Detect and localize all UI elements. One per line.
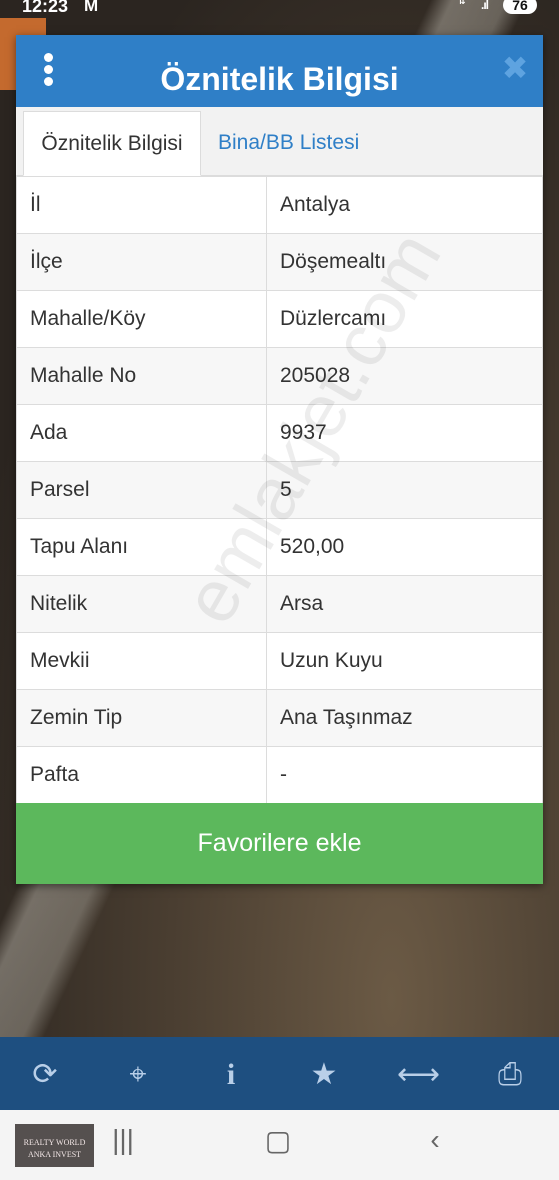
attribute-key: Mahalle No (16, 347, 267, 405)
status-bar: 12:23 M ⇅ .ıl 76 (0, 0, 559, 16)
attribute-key: İl (16, 176, 267, 234)
measure-icon[interactable]: ⟷ (397, 1055, 440, 1095)
attribute-key: Mahalle/Köy (16, 290, 267, 348)
back-button[interactable]: ‹ (420, 1124, 450, 1156)
attribute-key: Pafta (16, 746, 267, 804)
table-row: Nitelik Arsa (16, 575, 543, 633)
table-row: Pafta - (16, 746, 543, 804)
attribute-value: 9937 (266, 404, 543, 462)
home-button[interactable]: ▢ (263, 1124, 293, 1157)
table-row: Ada 9937 (16, 404, 543, 462)
attribute-value: Ana Taşınmaz (266, 689, 543, 747)
attribute-key: Zemin Tip (16, 689, 267, 747)
table-row: Tapu Alanı 520,00 (16, 518, 543, 576)
refresh-icon[interactable]: ⟳ (25, 1055, 65, 1095)
attribute-key: Tapu Alanı (16, 518, 267, 576)
print-icon[interactable]: ⎙ (490, 1055, 530, 1095)
dialog-title: Öznitelik Bilgisi (160, 61, 399, 97)
attribute-value: Uzun Kuyu (266, 632, 543, 690)
add-to-favorites-button[interactable]: Favorilere ekle (16, 803, 543, 884)
attribute-value: 5 (266, 461, 543, 519)
table-row: İlçe Döşemealtı (16, 233, 543, 291)
attribute-key: Mevkii (16, 632, 267, 690)
info-icon[interactable]: i (211, 1055, 251, 1095)
table-row: Mahalle No 205028 (16, 347, 543, 405)
attribute-value: 520,00 (266, 518, 543, 576)
brand-logo: REALTY WORLD ANKA INVEST (15, 1124, 94, 1167)
attribute-value: 205028 (266, 347, 543, 405)
attribute-value: Arsa (266, 575, 543, 633)
attribute-value: - (266, 746, 543, 804)
tab-building-list[interactable]: Bina/BB Listesi (218, 111, 398, 176)
signal-icon: .ıl (481, 0, 489, 12)
status-time: 12:23 (22, 0, 69, 16)
recent-apps-button[interactable]: ||| (108, 1124, 138, 1156)
attribute-key: İlçe (16, 233, 267, 291)
attribute-key: Ada (16, 404, 267, 462)
attribute-key: Parsel (16, 461, 267, 519)
system-nav-bar: REALTY WORLD ANKA INVEST ||| ▢ ‹ (0, 1110, 559, 1180)
gmail-icon: M (84, 0, 99, 15)
tab-bar: Öznitelik Bilgisi Bina/BB Listesi (16, 107, 543, 176)
table-row: Mevkii Uzun Kuyu (16, 632, 543, 690)
attribute-value: Döşemealtı (266, 233, 543, 291)
close-icon[interactable]: ✖ (500, 52, 530, 84)
attribute-value: Düzlercamı (266, 290, 543, 348)
dialog-header: Öznitelik Bilgisi ✖ (16, 35, 543, 107)
attribute-table: İl Antalya İlçe Döşemealtı Mahalle/Köy Düzler… (16, 176, 543, 804)
attribute-dialog: Öznitelik Bilgisi ✖ Öznitelik Bilgisi Bi… (16, 35, 543, 884)
bottom-toolbar: ⟳ ⌖ i ★ ⟷ ⎙ (0, 1037, 559, 1110)
table-row: Mahalle/Köy Düzlercamı (16, 290, 543, 348)
table-row: İl Antalya (16, 176, 543, 234)
star-icon[interactable]: ★ (304, 1055, 344, 1095)
attribute-value: Antalya (266, 176, 543, 234)
table-row: Zemin Tip Ana Taşınmaz (16, 689, 543, 747)
attribute-key: Nitelik (16, 575, 267, 633)
tab-attribute-info[interactable]: Öznitelik Bilgisi (23, 111, 201, 176)
network-activity-icon: ⇅ (458, 0, 466, 6)
locate-icon[interactable]: ⌖ (118, 1055, 158, 1095)
battery-indicator: 76 (503, 0, 537, 14)
table-row: Parsel 5 (16, 461, 543, 519)
